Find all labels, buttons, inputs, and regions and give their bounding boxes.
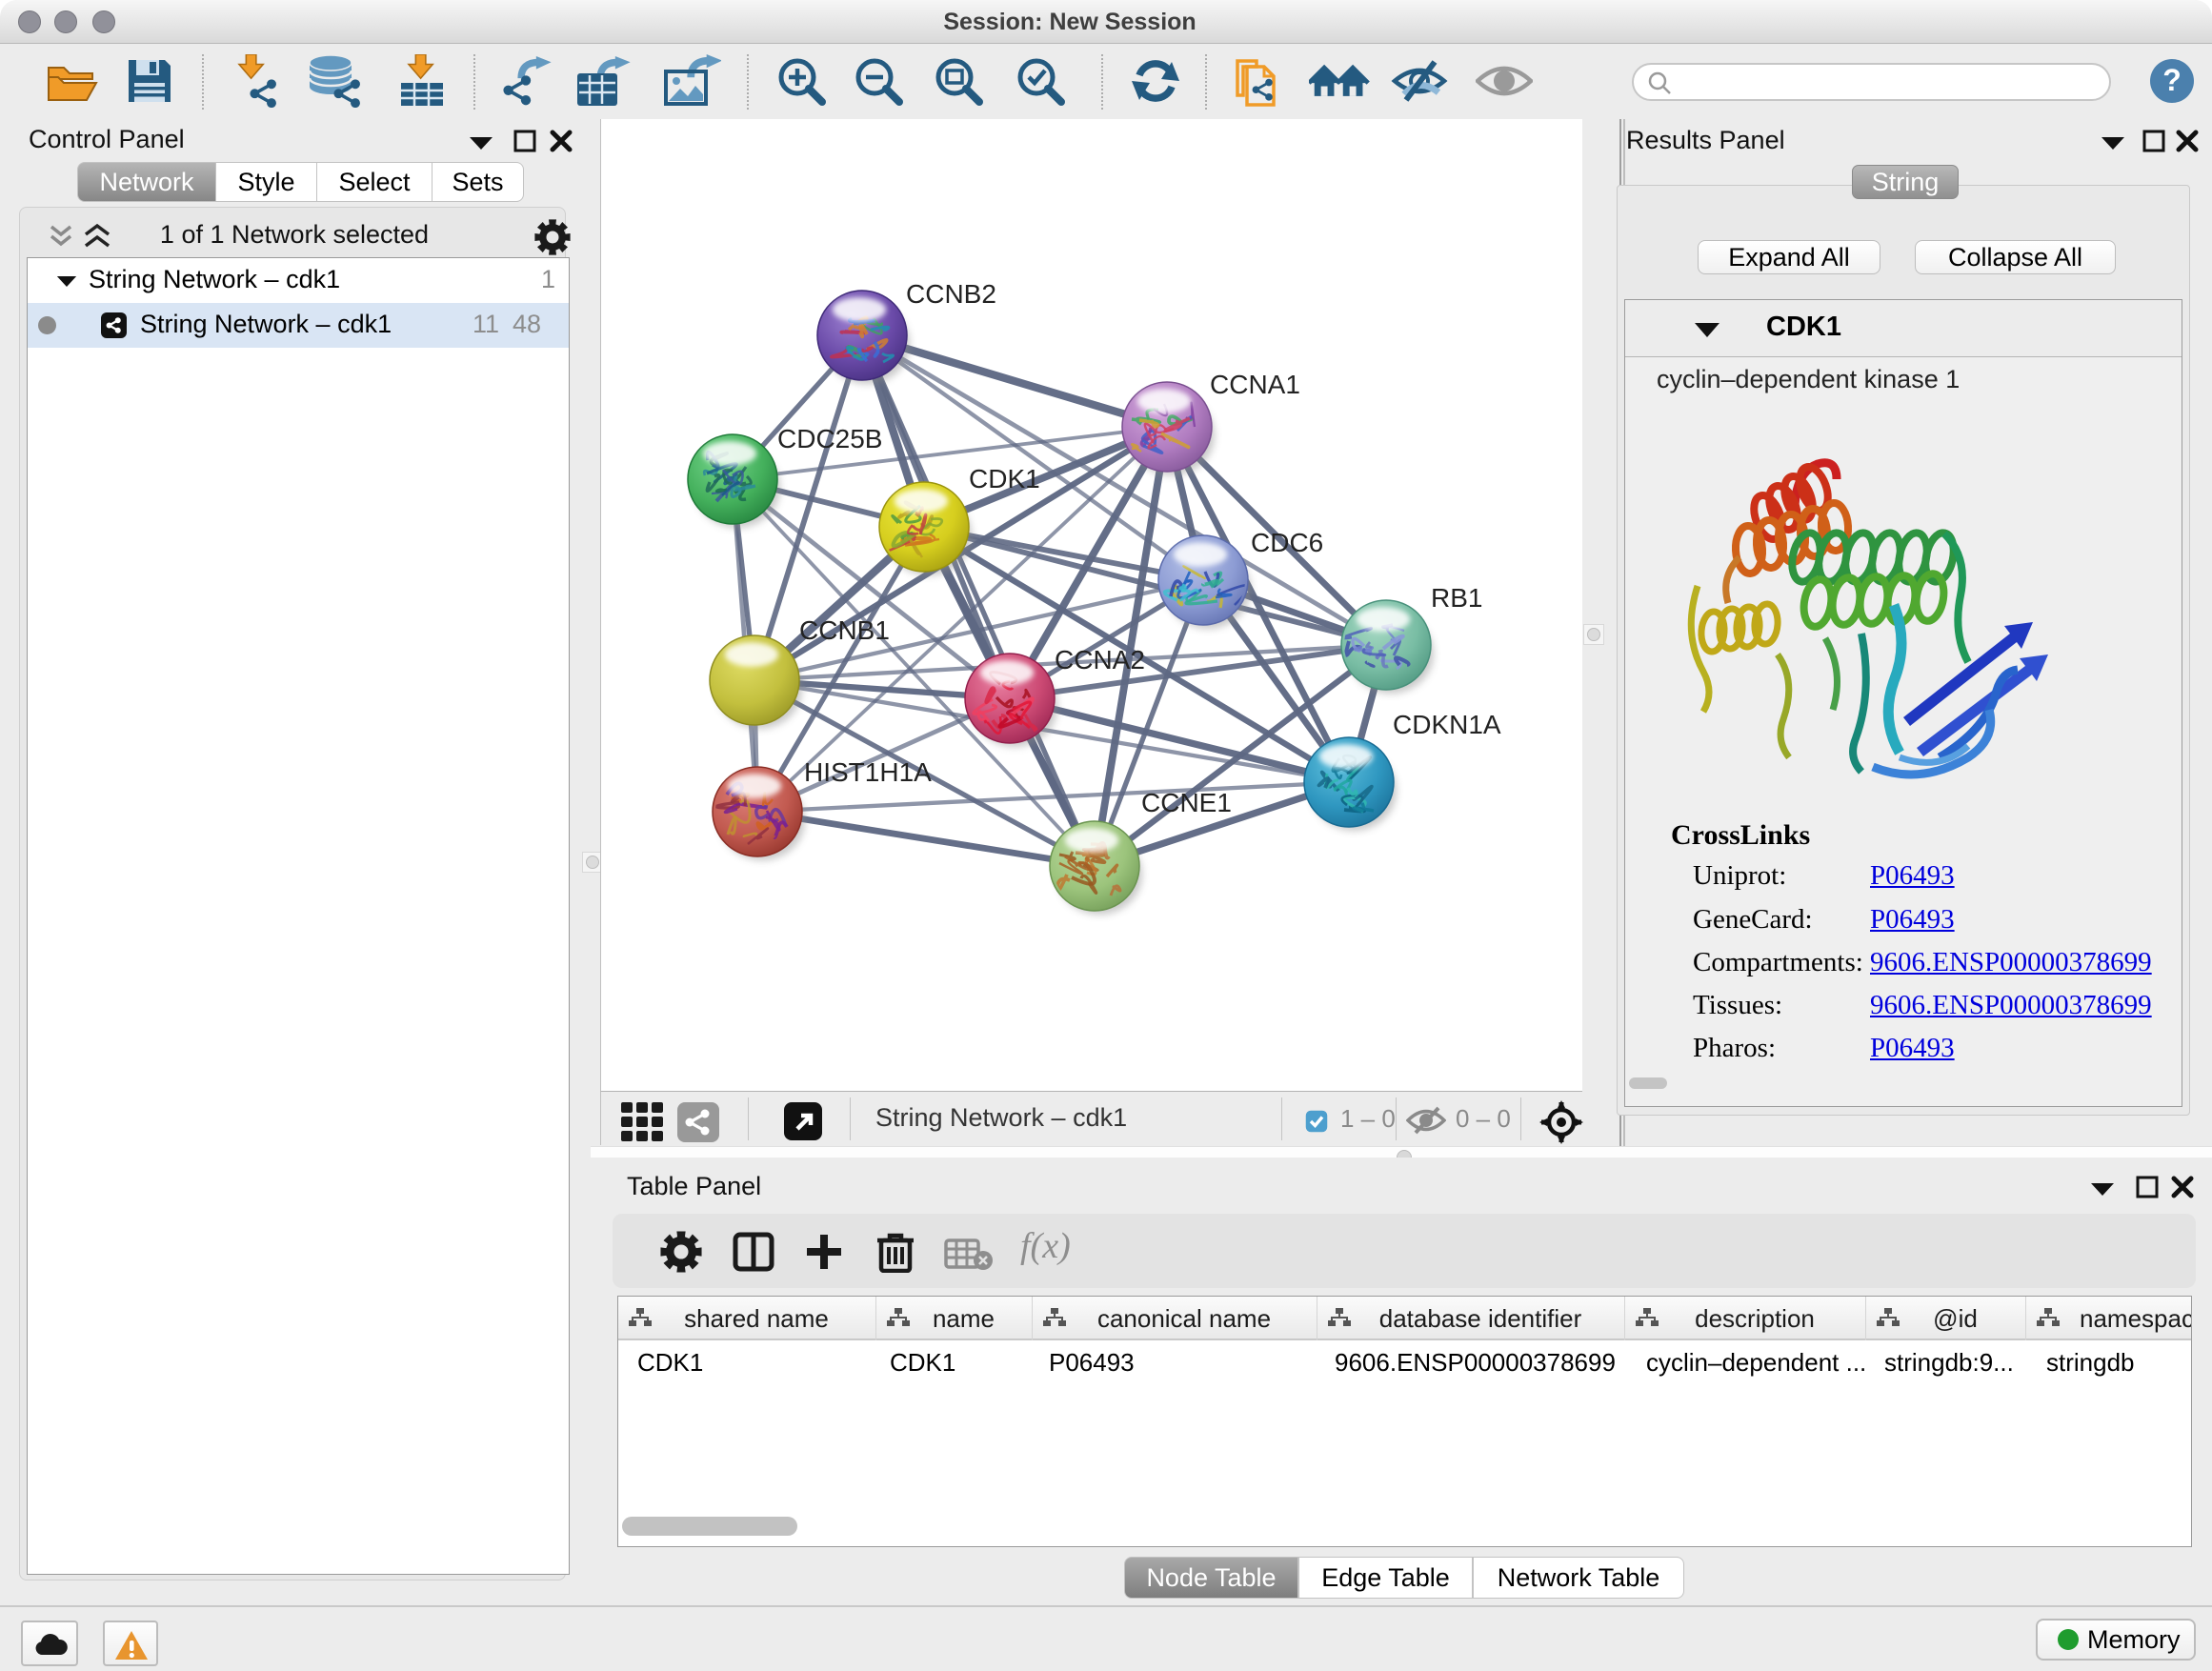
svg-text:?: ? (2162, 63, 2182, 97)
svg-text:CCNE1: CCNE1 (1141, 788, 1232, 817)
svg-text:CDKN1A: CDKN1A (1393, 710, 1501, 739)
svg-text:CDK1: CDK1 (969, 464, 1040, 493)
svg-text:CCNA2: CCNA2 (1055, 645, 1145, 674)
svg-text:CCNB2: CCNB2 (906, 279, 996, 309)
svg-text:HIST1H1A: HIST1H1A (804, 757, 932, 787)
svg-text:CDC25B: CDC25B (777, 424, 882, 453)
svg-text:CCNB1: CCNB1 (799, 615, 890, 645)
svg-text:RB1: RB1 (1431, 583, 1482, 613)
svg-text:CCNA1: CCNA1 (1210, 370, 1300, 399)
svg-text:CDC6: CDC6 (1251, 528, 1323, 557)
